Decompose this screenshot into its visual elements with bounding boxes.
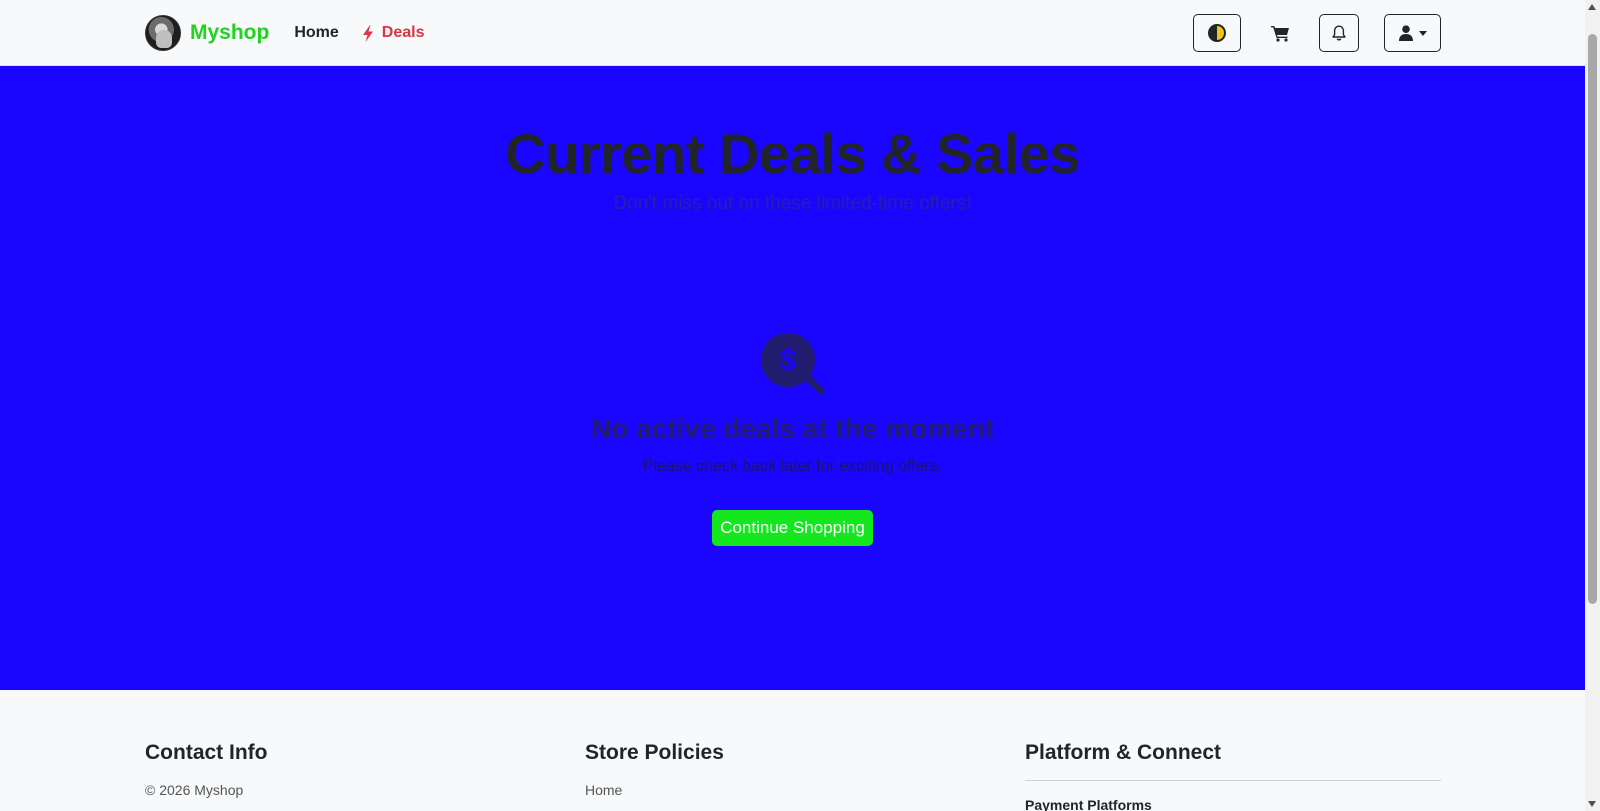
deals-hero: Current Deals & Sales Don't miss out on …: [0, 66, 1585, 690]
footer-divider: [1025, 780, 1441, 781]
navbar-actions: [1193, 14, 1441, 52]
continue-shopping-button[interactable]: Continue Shopping: [712, 510, 873, 546]
scrollbar-thumb[interactable]: [1588, 34, 1597, 604]
navbar-container: Myshop Home Deals: [145, 0, 1441, 66]
search-dollar-icon: $: [761, 333, 825, 395]
bolt-icon: [362, 24, 373, 42]
footer-copyright: © 2026 Myshop: [145, 782, 244, 798]
footer-contact: Contact Info © 2026 Myshop: [145, 741, 267, 798]
notifications-button[interactable]: [1319, 14, 1359, 52]
footer-platform: Platform & Connect Payment Platforms: [1025, 741, 1441, 811]
brand-link[interactable]: Myshop: [145, 15, 269, 51]
footer-platform-item: Payment Platforms: [1025, 797, 1152, 811]
theme-toggle-icon: [1208, 24, 1226, 42]
footer-link-home[interactable]: Home: [585, 782, 724, 798]
scroll-down-arrow-icon[interactable]: [1588, 801, 1596, 807]
empty-state-text: Please check back later for exciting off…: [642, 458, 943, 475]
empty-state-title: No active deals at the moment: [590, 413, 994, 444]
svg-text:$: $: [780, 344, 797, 377]
page-scrollbar[interactable]: [1585, 0, 1600, 811]
user-icon: [1398, 25, 1413, 41]
footer-policies: Store Policies Home: [585, 741, 724, 798]
page-title: Current Deals & Sales: [505, 122, 1080, 185]
brand-name: Myshop: [190, 21, 270, 44]
footer-contact-title: Contact Info: [145, 741, 268, 764]
brand-logo: [145, 15, 181, 51]
cart-button[interactable]: [1267, 14, 1293, 52]
scroll-up-arrow-icon[interactable]: [1588, 4, 1596, 10]
nav-link-home-label: Home: [294, 24, 339, 41]
theme-toggle-button[interactable]: [1193, 14, 1241, 52]
navbar: Myshop Home Deals: [0, 0, 1585, 66]
footer-platform-title: Platform & Connect: [1025, 741, 1222, 764]
nav-link-deals-label: Deals: [381, 24, 425, 41]
user-menu-button[interactable]: [1384, 14, 1441, 52]
page-subtitle: Don't miss out on these limited-time off…: [613, 193, 972, 214]
nav-link-deals[interactable]: Deals: [362, 24, 425, 42]
bell-icon: [1332, 25, 1346, 40]
chevron-down-icon: [1418, 30, 1427, 36]
cart-icon: [1270, 25, 1289, 42]
footer-policies-title: Store Policies: [585, 741, 724, 764]
nav-link-home[interactable]: Home: [294, 24, 338, 42]
footer: Contact Info © 2026 Myshop Store Policie…: [0, 690, 1585, 811]
